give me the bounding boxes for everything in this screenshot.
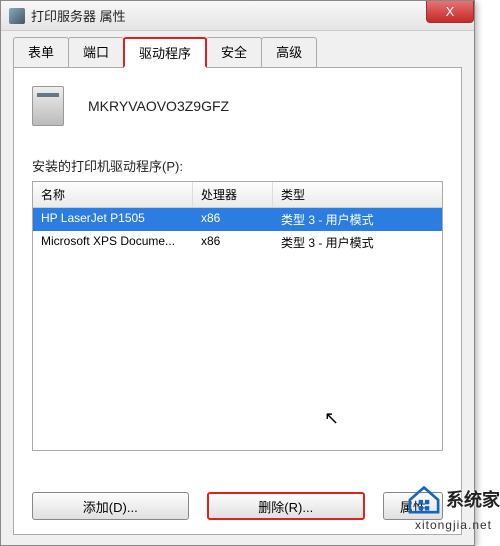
tab-forms[interactable]: 表单 — [13, 37, 69, 67]
cell-proc: x86 — [193, 231, 273, 254]
cell-name: HP LaserJet P1505 — [33, 208, 193, 231]
printer-icon — [9, 8, 25, 24]
button-row: 添加(D)... 删除(R)... 属性 — [32, 492, 443, 520]
tab-strip: 表单 端口 驱动程序 安全 高级 — [1, 31, 474, 67]
col-type[interactable]: 类型 — [273, 182, 442, 207]
col-name[interactable]: 名称 — [33, 182, 193, 207]
server-name: MKRYVAOVO3Z9GFZ — [88, 98, 229, 114]
tab-advanced[interactable]: 高级 — [261, 37, 317, 67]
add-button[interactable]: 添加(D)... — [32, 492, 189, 520]
remove-button[interactable]: 删除(R)... — [207, 492, 366, 520]
tab-content: MKRYVAOVO3Z9GFZ 安装的打印机驱动程序(P): 名称 处理器 类型… — [13, 67, 462, 535]
watermark-brand: 系统家 — [446, 486, 500, 512]
cell-type: 类型 3 - 用户模式 — [273, 231, 442, 254]
cell-type: 类型 3 - 用户模式 — [273, 208, 442, 231]
close-icon: X — [446, 4, 455, 19]
close-button[interactable]: X — [426, 1, 474, 23]
tab-drivers[interactable]: 驱动程序 — [123, 37, 207, 68]
cell-name: Microsoft XPS Docume... — [33, 231, 193, 254]
col-processor[interactable]: 处理器 — [193, 182, 273, 207]
driver-list-label: 安装的打印机驱动程序(P): — [32, 156, 443, 175]
table-row[interactable]: Microsoft XPS Docume... x86 类型 3 - 用户模式 — [33, 231, 442, 254]
table-row[interactable]: HP LaserJet P1505 x86 类型 3 - 用户模式 — [33, 208, 442, 231]
tab-ports[interactable]: 端口 — [68, 37, 124, 67]
house-icon — [406, 484, 442, 514]
server-info: MKRYVAOVO3Z9GFZ — [32, 86, 443, 126]
watermark: 系统家 — [406, 484, 500, 514]
listview-header: 名称 处理器 类型 — [33, 182, 442, 208]
watermark-url: xitongjia.net — [415, 518, 492, 532]
driver-listview[interactable]: 名称 处理器 类型 HP LaserJet P1505 x86 类型 3 - 用… — [32, 181, 443, 451]
server-icon — [32, 86, 64, 126]
cell-proc: x86 — [193, 208, 273, 231]
print-server-properties-dialog: 打印服务器 属性 X 表单 端口 驱动程序 安全 高级 MKRYVAOVO3Z9… — [0, 0, 475, 546]
titlebar[interactable]: 打印服务器 属性 X — [1, 1, 474, 31]
window-title: 打印服务器 属性 — [31, 6, 126, 25]
tab-security[interactable]: 安全 — [206, 37, 262, 67]
